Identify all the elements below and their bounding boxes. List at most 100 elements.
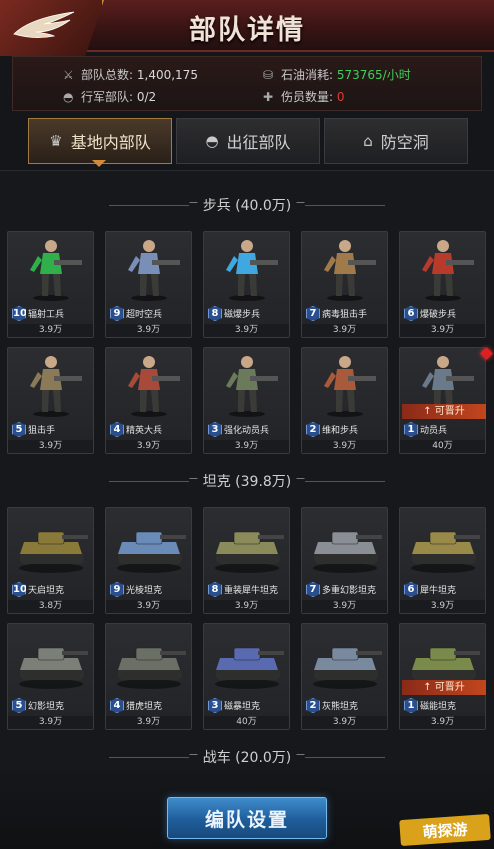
tank-unit-card[interactable]: 10 天启坦克 3.8万 (7, 507, 94, 614)
divider-line (108, 480, 189, 482)
wounded-stat: ✚ 伤员数量: 0 (263, 88, 345, 105)
formation-settings-button[interactable]: 编队设置 (167, 797, 327, 839)
tab-bar: ♛ 基地内部队 ◓ 出征部队 ⌂ 防空洞 (28, 118, 468, 166)
unit-count: 3.9万 (400, 716, 485, 729)
infantry-unit-card[interactable]: 5 狙击手 3.9万 (7, 347, 94, 454)
unit-name: 维和步兵 (322, 426, 359, 436)
troop-list-panel: 步兵 (40.0万) 坦克 (39.8万) 战车 (20.0万) 10 辐射工兵 3… (0, 170, 494, 770)
wounded-label: 伤员数量: (281, 90, 334, 104)
unit-count: 3.9万 (302, 716, 387, 729)
level-badge: 3 (208, 422, 222, 437)
level-badge: 8 (208, 306, 222, 321)
infantry-unit-card[interactable]: 4 精英大兵 3.9万 (105, 347, 192, 454)
infantry-unit-card[interactable]: 7 病毒狙击手 3.9万 (301, 231, 388, 338)
header-bar: 部队详情 (0, 0, 494, 56)
infantry-unit-card[interactable]: 1 动员兵 40万 ↑ 可晋升 (399, 347, 486, 454)
infantry-unit-card[interactable]: 8 磁爆步兵 3.9万 (203, 231, 290, 338)
vehicle-section-header: 战车 (20.0万) (0, 745, 494, 769)
unit-count: 40万 (400, 440, 485, 453)
promote-badge[interactable]: ↑ 可晋升 (402, 404, 486, 419)
soldier-portrait (204, 350, 291, 420)
level-badge: 5 (12, 422, 26, 437)
tab-label: 防空洞 (380, 133, 429, 152)
promote-badge[interactable]: ↑ 可晋升 (402, 680, 486, 695)
tab-expedition-troops[interactable]: ◓ 出征部队 (176, 118, 320, 164)
unit-name: 超时空兵 (126, 310, 163, 320)
level-badge: 7 (306, 582, 320, 597)
tank-unit-card[interactable]: 2 灰熊坦克 3.9万 (301, 623, 388, 730)
level-badge: 6 (404, 582, 418, 597)
back-logo-button[interactable] (0, 0, 104, 56)
level-badge: 6 (404, 306, 418, 321)
tab-base-troops[interactable]: ♛ 基地内部队 (28, 118, 172, 164)
tab-bunker[interactable]: ⌂ 防空洞 (324, 118, 468, 164)
divider-line (305, 204, 386, 206)
tank-portrait (204, 510, 291, 580)
unit-count: 3.9万 (8, 716, 93, 729)
unit-count: 3.9万 (204, 440, 289, 453)
level-badge: 1 (404, 422, 418, 437)
soldier-portrait (8, 234, 95, 304)
soldier-portrait (106, 350, 193, 420)
troop-total-value: 1,400,175 (136, 68, 198, 82)
level-badge: 1 (404, 698, 418, 713)
tank-unit-card[interactable]: 9 光棱坦克 3.9万 (105, 507, 192, 614)
unit-name: 强化动员兵 (224, 426, 270, 436)
level-badge: 3 (208, 698, 222, 713)
march-value: 0/2 (136, 90, 157, 104)
level-badge: 10 (12, 582, 27, 597)
unit-name: 天启坦克 (28, 586, 65, 596)
divider-line (305, 756, 386, 758)
infantry-section-header: 步兵 (40.0万) (0, 193, 494, 217)
tank-portrait (106, 510, 193, 580)
infantry-unit-card[interactable]: 9 超时空兵 3.9万 (105, 231, 192, 338)
eagle-wing-icon (13, 11, 75, 38)
unit-name: 狙击手 (28, 426, 56, 436)
tank-unit-card[interactable]: 4 猎虎坦克 3.9万 (105, 623, 192, 730)
unit-count: 3.9万 (400, 324, 485, 337)
unit-name: 爆破步兵 (420, 310, 457, 320)
tank-unit-card[interactable]: 5 幻影坦克 3.9万 (7, 623, 94, 730)
unit-count: 3.9万 (106, 324, 191, 337)
divider-line (305, 480, 386, 482)
tab-label: 出征部队 (226, 133, 291, 152)
oil-label: 石油消耗: (281, 68, 334, 82)
troop-total-stat: ⚔ 部队总数: 1,400,175 (63, 66, 198, 83)
unit-name: 精英大兵 (126, 426, 163, 436)
soldier-portrait (302, 234, 389, 304)
unit-name: 猎虎坦克 (126, 702, 163, 712)
unit-name: 磁能坦克 (420, 702, 457, 712)
oil-value: 573765/小时 (336, 68, 411, 82)
level-badge: 5 (12, 698, 26, 713)
level-badge: 8 (208, 582, 222, 597)
tank-unit-card[interactable]: 6 犀牛坦克 3.9万 (399, 507, 486, 614)
stats-panel: ⚔ 部队总数: 1,400,175 ◓ 行军部队: 0/2 ⛁ 石油消耗: 57376… (12, 56, 482, 111)
helmet-icon: ◓ (63, 90, 74, 104)
tank-unit-card[interactable]: 3 磁暴坦克 40万 (203, 623, 290, 730)
unit-count: 3.9万 (302, 324, 387, 337)
tank-portrait (302, 510, 389, 580)
bunker-icon: ⌂ (363, 132, 373, 150)
unit-name: 光棱坦克 (126, 586, 163, 596)
unit-name: 磁暴坦克 (224, 702, 261, 712)
tank-unit-card[interactable]: 7 多重幻影坦克 3.9万 (301, 507, 388, 614)
infantry-unit-card[interactable]: 6 爆破步兵 3.9万 (399, 231, 486, 338)
tank-unit-card[interactable]: 1 磁能坦克 3.9万 ↑ 可晋升 (399, 623, 486, 730)
infantry-unit-card[interactable]: 2 维和步兵 3.9万 (301, 347, 388, 454)
unit-count: 3.9万 (302, 440, 387, 453)
tank-portrait (8, 626, 95, 696)
infantry-unit-card[interactable]: 10 辐射工兵 3.9万 (7, 231, 94, 338)
active-tab-caret (92, 160, 106, 167)
oil-stat: ⛁ 石油消耗: 573765/小时 (263, 66, 411, 83)
troop-total-label: 部队总数: (81, 68, 134, 82)
divider-line (108, 204, 189, 206)
wounded-value: 0 (336, 90, 345, 104)
level-badge: 2 (306, 422, 320, 437)
infantry-unit-card[interactable]: 3 强化动员兵 3.9万 (203, 347, 290, 454)
tank-portrait (400, 510, 487, 580)
tank-portrait (204, 626, 291, 696)
soldier-portrait (8, 350, 95, 420)
vehicle-section-title: 战车 (20.0万) (202, 750, 292, 766)
tank-portrait (8, 510, 95, 580)
tank-unit-card[interactable]: 8 重装犀牛坦克 3.9万 (203, 507, 290, 614)
